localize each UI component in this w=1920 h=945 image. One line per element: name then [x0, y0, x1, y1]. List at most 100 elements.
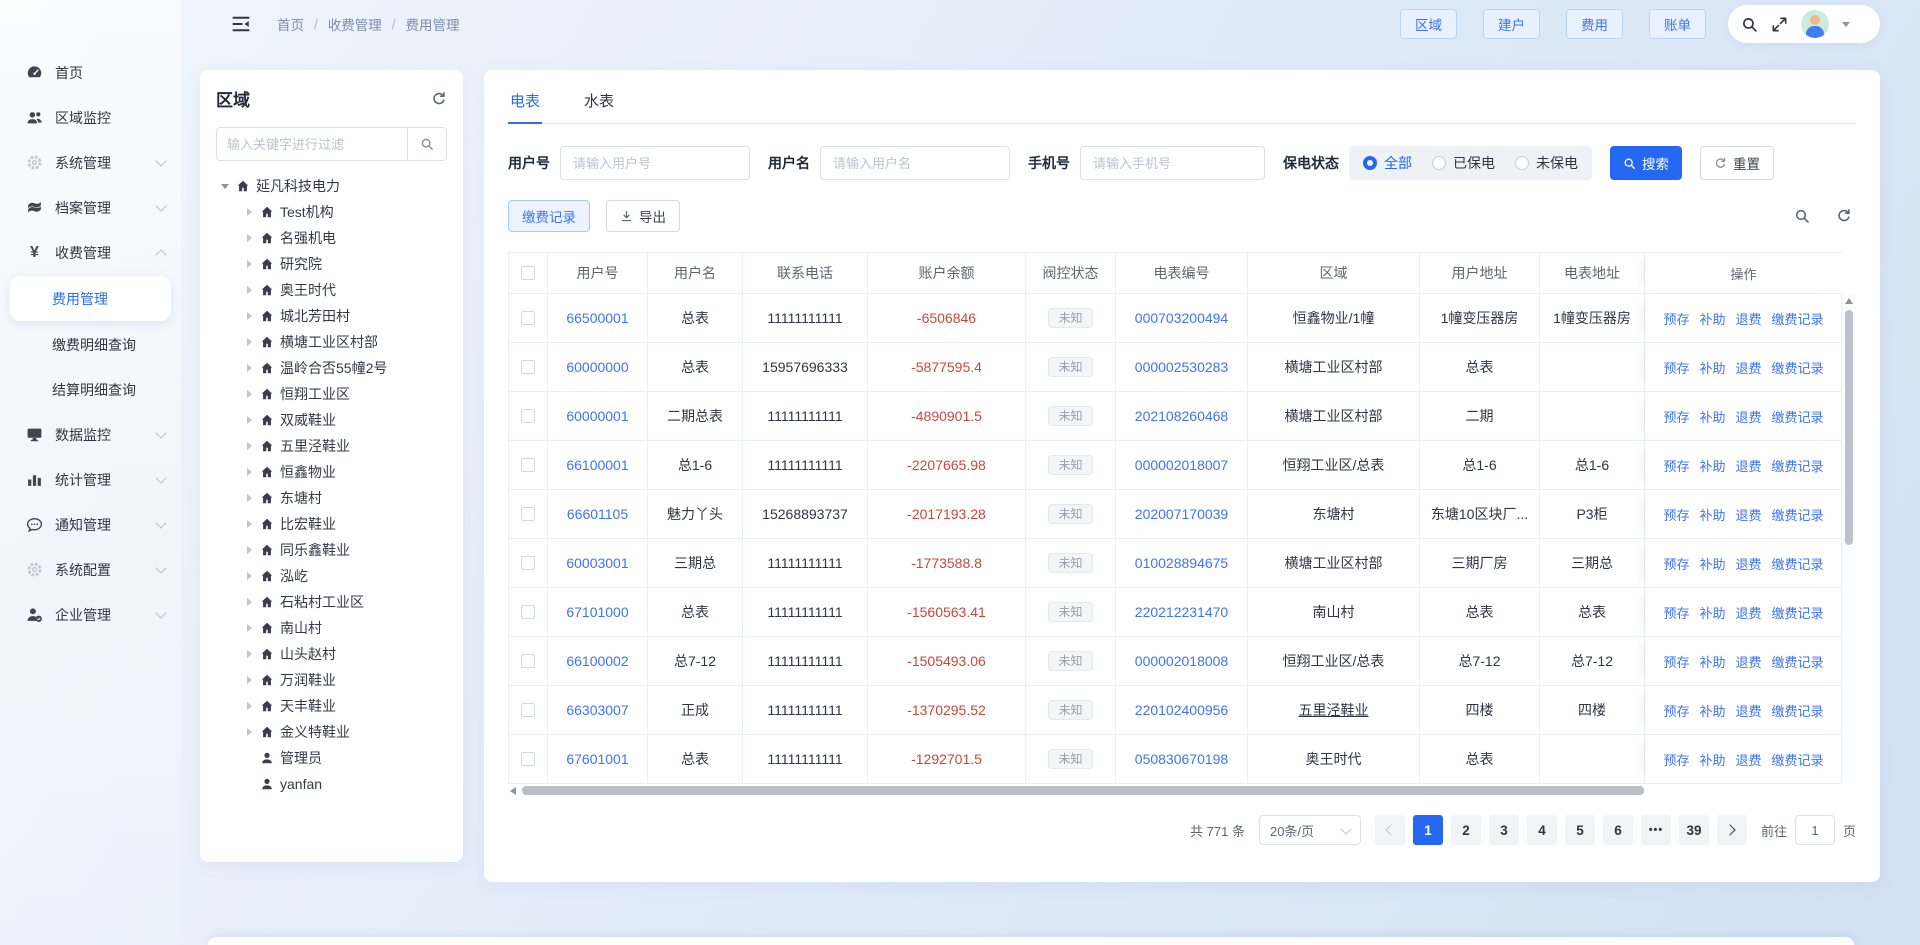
tree-node[interactable]: 双威鞋业 — [216, 407, 447, 433]
action-link[interactable]: 退费 — [1736, 701, 1762, 720]
caret-down-icon[interactable] — [1842, 22, 1850, 27]
action-link[interactable]: 补助 — [1699, 652, 1725, 671]
action-link[interactable]: 缴费记录 — [1772, 505, 1824, 524]
action-link[interactable]: 退费 — [1736, 358, 1762, 377]
breadcrumb-item[interactable]: 费用管理 — [406, 14, 460, 34]
action-link[interactable]: 缴费记录 — [1772, 701, 1824, 720]
action-link[interactable]: 预存 — [1663, 603, 1689, 622]
sidebar-item[interactable]: 统计管理 — [0, 457, 181, 502]
user-no-link[interactable]: 66303007 — [566, 702, 628, 718]
action-link[interactable]: 补助 — [1699, 456, 1725, 475]
action-link[interactable]: 预存 — [1663, 554, 1689, 573]
action-link[interactable]: 补助 — [1699, 358, 1725, 377]
action-link[interactable]: 补助 — [1699, 407, 1725, 426]
action-link[interactable]: 退费 — [1736, 505, 1762, 524]
caret-right-icon[interactable] — [242, 494, 256, 502]
meter-no-link[interactable]: 000703200494 — [1135, 310, 1228, 326]
caret-right-icon[interactable] — [242, 546, 256, 554]
tree-node[interactable]: 泓屹 — [216, 563, 447, 589]
quick-button[interactable]: 费用 — [1566, 9, 1623, 39]
more-pages-button[interactable]: ••• — [1641, 815, 1671, 845]
tree-node[interactable]: 恒鑫物业 — [216, 459, 447, 485]
action-link[interactable]: 退费 — [1736, 456, 1762, 475]
quick-button[interactable]: 区域 — [1400, 9, 1457, 39]
action-link[interactable]: 退费 — [1736, 652, 1762, 671]
region-search-input[interactable] — [216, 127, 407, 161]
caret-right-icon[interactable] — [242, 702, 256, 710]
page-button[interactable]: 5 — [1565, 815, 1595, 845]
action-link[interactable]: 缴费记录 — [1772, 603, 1824, 622]
caret-right-icon[interactable] — [242, 208, 256, 216]
caret-right-icon[interactable] — [242, 364, 256, 372]
protect-status-radio[interactable]: 已保电 — [1432, 153, 1495, 173]
caret-right-icon[interactable] — [242, 572, 256, 580]
tree-node[interactable]: 石粘村工业区 — [216, 589, 447, 615]
sidebar-item[interactable]: 首页 — [0, 50, 181, 95]
caret-right-icon[interactable] — [242, 416, 256, 424]
tree-node[interactable]: 延凡科技电力 — [216, 173, 447, 199]
tree-node[interactable]: 山头赵村 — [216, 641, 447, 667]
caret-right-icon[interactable] — [242, 338, 256, 346]
user-no-link[interactable]: 60003001 — [566, 555, 628, 571]
row-checkbox[interactable] — [521, 311, 535, 325]
sidebar-item[interactable]: 企业管理 — [0, 592, 181, 637]
sidebar-item[interactable]: 系统管理 — [0, 140, 181, 185]
avatar[interactable] — [1801, 10, 1829, 38]
fullscreen-icon[interactable] — [1771, 16, 1788, 33]
breadcrumb-item[interactable]: 收费管理 — [328, 14, 382, 34]
meter-no-link[interactable]: 050830670198 — [1135, 751, 1228, 767]
export-button[interactable]: 导出 — [606, 200, 680, 232]
caret-right-icon[interactable] — [242, 286, 256, 294]
action-link[interactable]: 退费 — [1736, 407, 1762, 426]
action-link[interactable]: 退费 — [1736, 750, 1762, 769]
action-link[interactable]: 退费 — [1736, 309, 1762, 328]
action-link[interactable]: 退费 — [1736, 554, 1762, 573]
meter-no-link[interactable]: 220102400956 — [1135, 702, 1228, 718]
tree-node[interactable]: 横塘工业区村部 — [216, 329, 447, 355]
tree-node[interactable]: 管理员 — [216, 745, 447, 771]
refresh-icon[interactable] — [431, 91, 447, 107]
user-no-input[interactable] — [560, 146, 750, 180]
phone-input[interactable] — [1080, 146, 1265, 180]
row-checkbox[interactable] — [521, 409, 535, 423]
meter-no-link[interactable]: 000002530283 — [1135, 359, 1228, 375]
caret-right-icon[interactable] — [242, 260, 256, 268]
page-button[interactable]: 39 — [1679, 815, 1709, 845]
action-link[interactable]: 补助 — [1699, 554, 1725, 573]
tree-node[interactable]: 研究院 — [216, 251, 447, 277]
tree-node[interactable]: 东塘村 — [216, 485, 447, 511]
sidebar-item[interactable]: ¥收费管理 — [0, 230, 181, 275]
meter-no-link[interactable]: 010028894675 — [1135, 555, 1228, 571]
action-link[interactable]: 缴费记录 — [1772, 309, 1824, 328]
row-checkbox[interactable] — [521, 360, 535, 374]
caret-right-icon[interactable] — [242, 390, 256, 398]
row-checkbox[interactable] — [521, 703, 535, 717]
quick-button[interactable]: 账单 — [1649, 9, 1706, 39]
tab-water-meter[interactable]: 水表 — [582, 84, 616, 123]
action-link[interactable]: 预存 — [1663, 456, 1689, 475]
magnifier-icon[interactable] — [1794, 208, 1810, 224]
action-link[interactable]: 退费 — [1736, 603, 1762, 622]
breadcrumb-item[interactable]: 首页 — [277, 14, 304, 34]
sidebar-item[interactable]: 档案管理 — [0, 185, 181, 230]
sidebar-subitem[interactable]: 费用管理 — [10, 276, 171, 321]
scroll-left-icon[interactable] — [510, 787, 516, 795]
row-checkbox[interactable] — [521, 458, 535, 472]
caret-right-icon[interactable] — [242, 598, 256, 606]
sidebar-item[interactable]: 系统配置 — [0, 547, 181, 592]
tree-node[interactable]: 五里泾鞋业 — [216, 433, 447, 459]
protect-status-radio[interactable]: 全部 — [1363, 153, 1412, 173]
tree-node[interactable]: 城北芳田村 — [216, 303, 447, 329]
user-name-input[interactable] — [820, 146, 1010, 180]
caret-right-icon[interactable] — [242, 728, 256, 736]
meter-no-link[interactable]: 220212231470 — [1135, 604, 1228, 620]
tree-node[interactable]: yanfan — [216, 771, 447, 797]
tree-node[interactable]: 南山村 — [216, 615, 447, 641]
quick-button[interactable]: 建户 — [1483, 9, 1540, 39]
prev-page-button[interactable] — [1375, 815, 1405, 845]
caret-right-icon[interactable] — [242, 676, 256, 684]
meter-no-link[interactable]: 000002018007 — [1135, 457, 1228, 473]
row-checkbox[interactable] — [521, 507, 535, 521]
refresh-icon[interactable] — [1836, 208, 1852, 224]
page-button[interactable]: 1 — [1413, 815, 1443, 845]
